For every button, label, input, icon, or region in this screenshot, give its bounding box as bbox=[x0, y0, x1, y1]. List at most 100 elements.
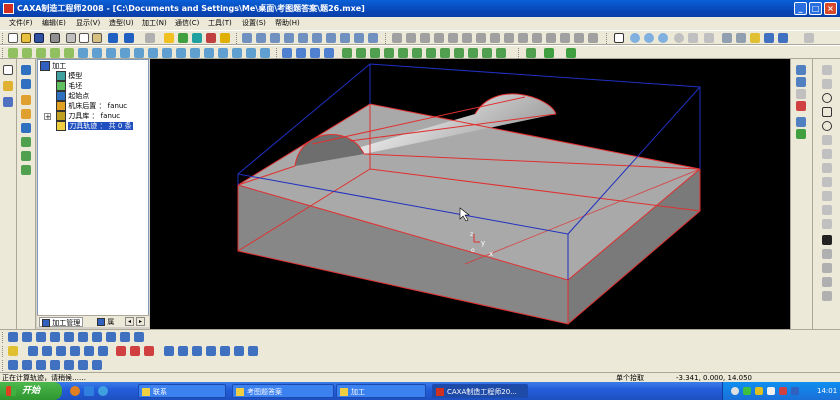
feature-icon[interactable] bbox=[22, 48, 32, 58]
simulate-icon[interactable] bbox=[234, 346, 244, 356]
path-edit-icon[interactable] bbox=[130, 346, 140, 356]
desktop-quicklaunch-icon[interactable] bbox=[84, 386, 94, 396]
fillet-icon[interactable] bbox=[134, 48, 144, 58]
tool-icon[interactable] bbox=[796, 129, 806, 139]
surface-icon[interactable] bbox=[406, 33, 416, 43]
path-edit-icon[interactable] bbox=[70, 346, 80, 356]
view-icon[interactable] bbox=[284, 33, 294, 43]
tool-icon[interactable] bbox=[796, 65, 806, 75]
tab-scroll-right[interactable]: ▸ bbox=[136, 317, 145, 326]
zoom-window-icon[interactable] bbox=[630, 33, 640, 43]
task-contact[interactable]: 联系 bbox=[138, 384, 226, 398]
scan-icon[interactable] bbox=[64, 332, 74, 342]
roughing-icon[interactable] bbox=[22, 332, 32, 342]
surface-icon[interactable] bbox=[490, 33, 500, 43]
tree-item-start-point[interactable]: 起始点 bbox=[56, 91, 89, 101]
toolbar-grip[interactable] bbox=[2, 360, 4, 371]
surface-edit-icon[interactable] bbox=[412, 48, 422, 58]
chamfer-icon[interactable] bbox=[148, 48, 158, 58]
save-icon[interactable] bbox=[34, 33, 44, 43]
tray-icon[interactable] bbox=[755, 387, 763, 395]
surface-edit-icon[interactable] bbox=[440, 48, 450, 58]
text-a-icon[interactable] bbox=[822, 235, 832, 245]
ellipse-icon[interactable] bbox=[822, 121, 832, 131]
path-edit-icon[interactable] bbox=[84, 346, 94, 356]
start-button[interactable]: 开始 bbox=[0, 382, 62, 400]
edit-icon[interactable] bbox=[822, 249, 832, 259]
zoom-out-icon[interactable] bbox=[658, 33, 668, 43]
sketch-icon[interactable] bbox=[324, 48, 334, 58]
tree-item-toolpath[interactable]: 刀具轨迹 ： 共 0 条 bbox=[56, 121, 133, 131]
view-icon[interactable] bbox=[270, 33, 280, 43]
view-icon[interactable] bbox=[312, 33, 322, 43]
feature-icon[interactable] bbox=[64, 48, 74, 58]
post-icon[interactable] bbox=[36, 360, 46, 370]
cut-icon[interactable] bbox=[66, 33, 76, 43]
task-machining-folder[interactable]: 加工 bbox=[336, 384, 426, 398]
tool-icon[interactable] bbox=[796, 89, 806, 99]
feature-icon[interactable] bbox=[50, 48, 60, 58]
light-icon[interactable] bbox=[164, 33, 174, 43]
toolbar-grip[interactable] bbox=[2, 332, 4, 343]
surface-icon[interactable] bbox=[476, 33, 486, 43]
surface-icon[interactable] bbox=[504, 33, 514, 43]
mirror-icon[interactable] bbox=[246, 48, 256, 58]
rib-icon[interactable] bbox=[204, 48, 214, 58]
toolbar-grip[interactable] bbox=[606, 33, 608, 44]
tree-item-machine-post[interactable]: 机床后置 ： fanuc bbox=[56, 101, 127, 111]
wireframe-icon[interactable] bbox=[736, 33, 746, 43]
close-button[interactable]: × bbox=[824, 2, 837, 15]
pencil-icon[interactable] bbox=[3, 81, 13, 91]
path-icon[interactable] bbox=[134, 332, 144, 342]
text-icon[interactable] bbox=[822, 163, 832, 173]
path-edit-icon[interactable] bbox=[98, 346, 108, 356]
post-icon[interactable] bbox=[8, 360, 18, 370]
measure-icon[interactable] bbox=[544, 48, 554, 58]
simulate-icon[interactable] bbox=[164, 346, 174, 356]
tool-icon[interactable] bbox=[796, 77, 806, 87]
post-icon[interactable] bbox=[92, 360, 102, 370]
snap-icon[interactable] bbox=[526, 48, 536, 58]
path-icon[interactable] bbox=[106, 332, 116, 342]
trim-icon[interactable] bbox=[822, 219, 832, 229]
maximize-button[interactable]: □ bbox=[809, 2, 822, 15]
surface-edit-icon[interactable] bbox=[398, 48, 408, 58]
pattern-icon[interactable] bbox=[232, 48, 242, 58]
tool-icon[interactable] bbox=[21, 137, 31, 147]
zoom-in-icon[interactable] bbox=[644, 33, 654, 43]
edit-icon[interactable] bbox=[822, 291, 832, 301]
surface-icon[interactable] bbox=[462, 33, 472, 43]
simulate-icon[interactable] bbox=[178, 346, 188, 356]
circle-icon[interactable] bbox=[822, 93, 832, 103]
simulate-icon[interactable] bbox=[248, 346, 258, 356]
tool-icon[interactable] bbox=[21, 151, 31, 161]
media-quicklaunch-icon[interactable] bbox=[98, 386, 108, 396]
loft-icon[interactable] bbox=[106, 48, 116, 58]
post-icon[interactable] bbox=[64, 360, 74, 370]
tray-icon[interactable] bbox=[779, 387, 787, 395]
menu-modeling[interactable]: 造型(U) bbox=[109, 17, 134, 30]
menu-edit[interactable]: 编辑(E) bbox=[42, 17, 66, 30]
surface-icon[interactable] bbox=[420, 33, 430, 43]
surface-edit-icon[interactable] bbox=[356, 48, 366, 58]
tray-icon[interactable] bbox=[731, 387, 739, 395]
surface-icon[interactable] bbox=[532, 33, 542, 43]
view-icon[interactable] bbox=[340, 33, 350, 43]
expand-toggle[interactable]: + bbox=[44, 113, 51, 121]
tree-item-blank[interactable]: 毛坯 bbox=[56, 81, 82, 91]
minimize-button[interactable]: _ bbox=[794, 2, 807, 15]
surface-edit-icon[interactable] bbox=[454, 48, 464, 58]
surface-icon[interactable] bbox=[588, 33, 598, 43]
edit-icon[interactable] bbox=[822, 263, 832, 273]
tool-icon[interactable] bbox=[21, 79, 31, 89]
path-edit-icon[interactable] bbox=[28, 346, 38, 356]
simulate-icon[interactable] bbox=[192, 346, 202, 356]
surface-edit-icon[interactable] bbox=[370, 48, 380, 58]
hole-icon[interactable] bbox=[162, 48, 172, 58]
surface-edit-icon[interactable] bbox=[342, 48, 352, 58]
menu-communication[interactable]: 通信(C) bbox=[175, 17, 199, 30]
post-icon[interactable] bbox=[78, 360, 88, 370]
tool-icon[interactable] bbox=[21, 165, 31, 175]
line-tool-icon[interactable] bbox=[145, 33, 155, 43]
display-icon[interactable] bbox=[764, 33, 774, 43]
